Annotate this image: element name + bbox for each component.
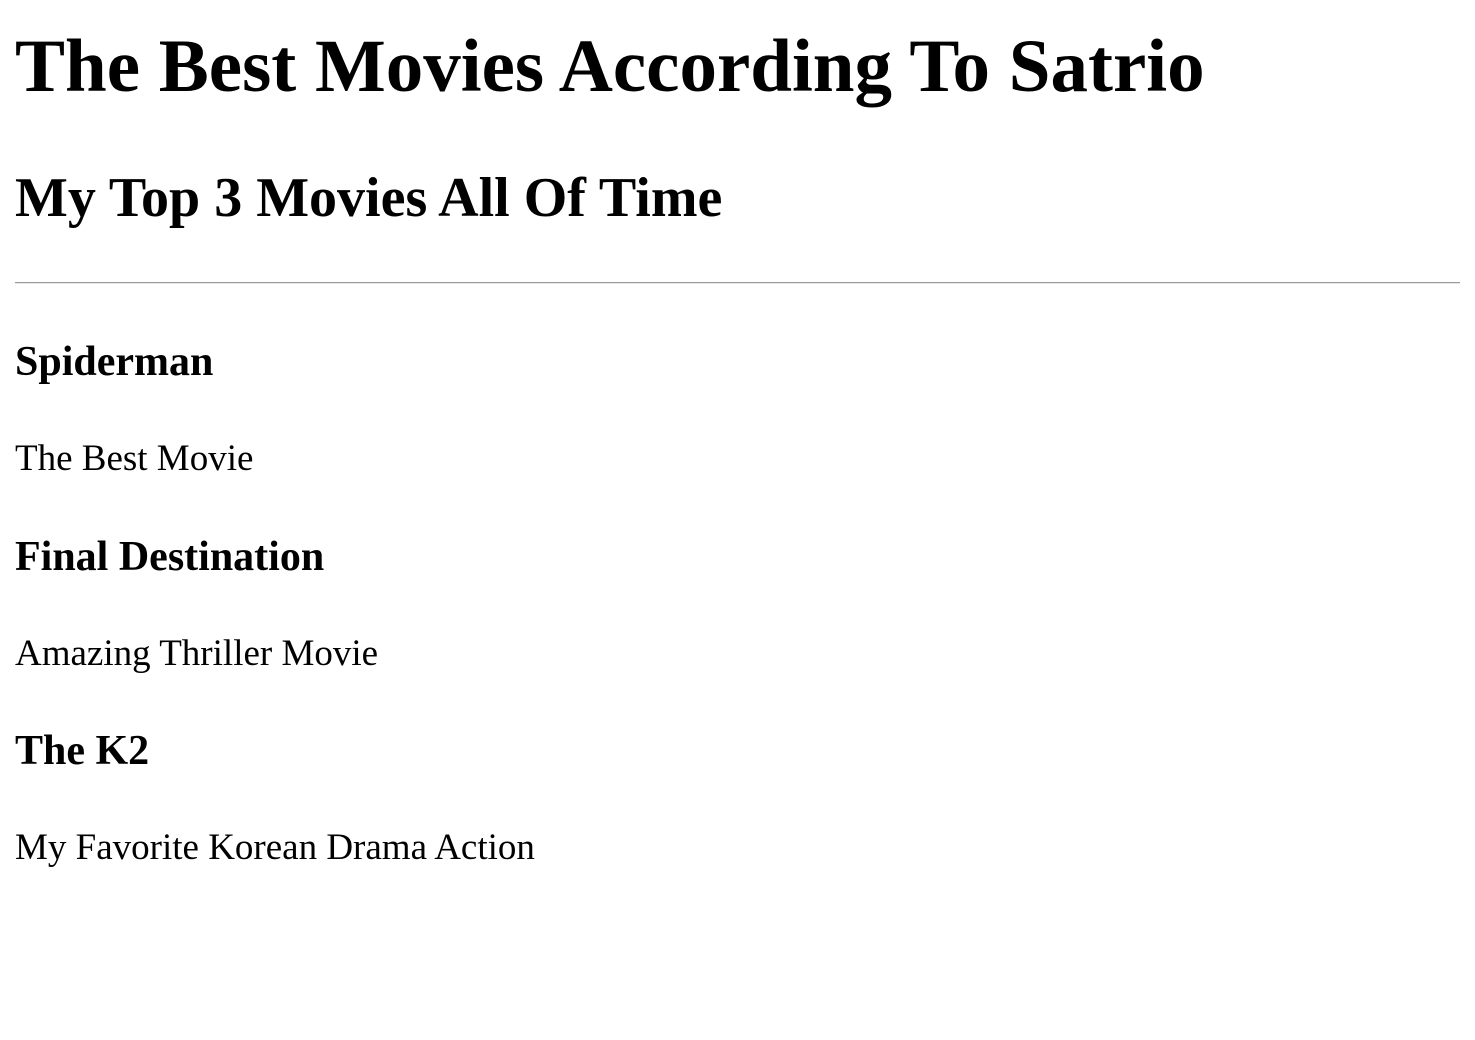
movie-description: Amazing Thriller Movie bbox=[15, 633, 379, 674]
movie-title: The K2 bbox=[15, 728, 150, 774]
movie-description: The Best Movie bbox=[15, 438, 254, 479]
page-title: The Best Movies According To Satrio bbox=[15, 25, 1205, 108]
movie-title: Spiderman bbox=[15, 339, 214, 385]
movie-title: Final Destination bbox=[15, 534, 325, 580]
page: The Best Movies According To Satrio My T… bbox=[0, 0, 1475, 1040]
section-title: My Top 3 Movies All Of Time bbox=[15, 167, 723, 229]
movie-description: My Favorite Korean Drama Action bbox=[15, 827, 535, 868]
divider bbox=[15, 282, 1460, 284]
